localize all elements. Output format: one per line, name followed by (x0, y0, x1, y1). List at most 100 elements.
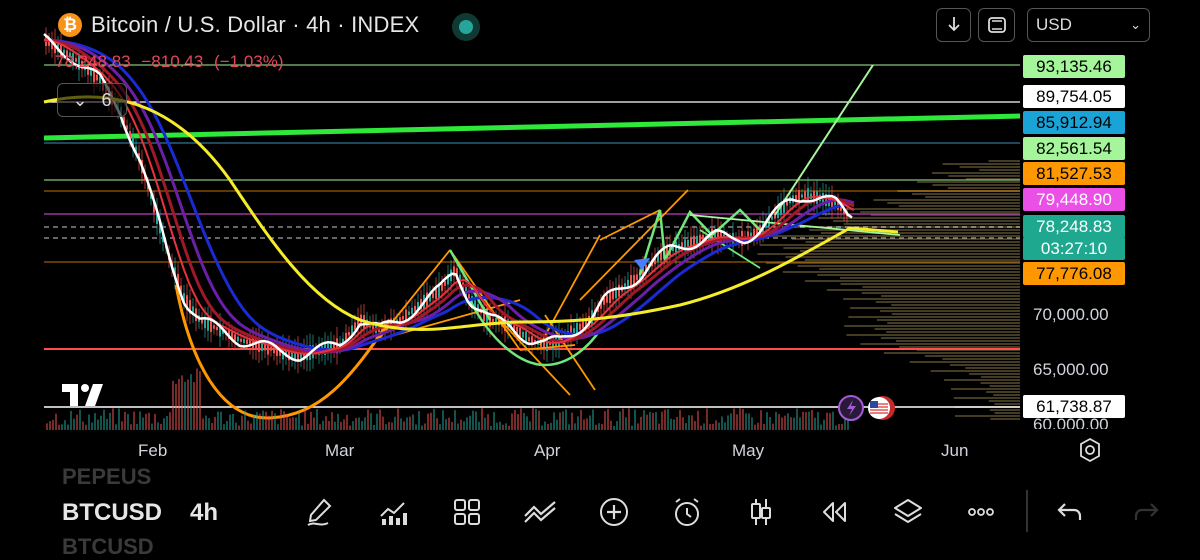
volume-bar (685, 422, 687, 430)
volume-bar (520, 408, 522, 430)
volume-bar (802, 411, 804, 430)
volume-profile-bar (989, 385, 1020, 387)
candle (804, 191, 806, 199)
month-label: Mar (325, 441, 355, 460)
volume-profile-bar (980, 382, 1020, 384)
candle (216, 326, 218, 331)
candle (411, 307, 413, 315)
price-level-label: 78,248.83 (1023, 215, 1125, 238)
volume-bar (169, 412, 171, 430)
volume-bar (826, 412, 828, 430)
volume-profile-bar (898, 205, 1020, 207)
volume-profile-bar (862, 286, 1020, 288)
volume-profile-bar (799, 250, 1020, 252)
alarm-icon[interactable] (669, 494, 705, 530)
volume-bar (97, 419, 99, 430)
symbol-button[interactable]: BTCUSD (62, 499, 162, 527)
interval-button[interactable]: 4h (190, 499, 218, 527)
candles-icon[interactable] (743, 494, 779, 530)
volume-bar (592, 409, 594, 430)
volume-bar (469, 415, 471, 430)
candle (618, 284, 620, 297)
volume-bar (67, 424, 69, 430)
volume-profile-bar (990, 418, 1020, 420)
volume-bar (436, 418, 438, 430)
volume-bar (640, 416, 642, 430)
volume-profile-bar (833, 220, 1020, 222)
settings-icon[interactable] (1076, 436, 1104, 464)
volume-profile-bar (909, 361, 1020, 363)
volume-profile-bar (860, 211, 1020, 213)
volume-bar (667, 409, 669, 430)
volume-bar (79, 409, 81, 430)
redo-icon[interactable] (1128, 494, 1164, 530)
volume-bar (394, 416, 396, 430)
volume-bar (712, 423, 714, 430)
currency-select[interactable]: USD ⌄ (1027, 8, 1150, 42)
candle (801, 194, 803, 198)
volume-bar (46, 423, 48, 430)
volume-bar (463, 421, 465, 430)
layers-icon[interactable] (890, 494, 926, 530)
volume-bar (577, 416, 579, 430)
volume-bar (643, 410, 645, 430)
volume-bar (253, 414, 255, 430)
candle (348, 332, 350, 336)
volume-bar (211, 422, 213, 430)
download-button[interactable] (936, 8, 971, 42)
volume-bar (574, 423, 576, 430)
volume-bar (286, 414, 288, 430)
volume-bar (214, 416, 216, 430)
brush-icon[interactable] (302, 494, 338, 530)
volume-bar (478, 421, 480, 430)
volume-profile-bar (844, 325, 1020, 327)
volume-profile-bar (818, 217, 1020, 219)
volume-profile-bar (880, 337, 1020, 339)
compare-icon[interactable] (522, 494, 558, 530)
more-icon[interactable] (963, 494, 999, 530)
volume-bar (658, 423, 660, 430)
volume-bar (511, 413, 513, 430)
volume-profile-bar (981, 376, 1020, 378)
volume-bar (289, 417, 291, 430)
volume-bar (145, 413, 147, 430)
volume-bar (637, 423, 639, 430)
event-markers[interactable] (837, 395, 907, 425)
volume-bar (529, 421, 531, 430)
market-status-icon[interactable] (452, 13, 480, 41)
add-icon[interactable] (596, 494, 632, 530)
volume-bar (373, 424, 375, 430)
volume-profile-bar (931, 172, 1020, 174)
indicators-toggle[interactable]: ⌄ 6 (57, 83, 127, 117)
volume-profile-bar (873, 199, 1020, 201)
volume-profile-bar (861, 292, 1020, 294)
volume-bar (544, 421, 546, 430)
volume-profile-bar (950, 388, 1020, 390)
volume-bar (778, 414, 780, 430)
volume-bar (109, 412, 111, 430)
grid-icon[interactable] (449, 494, 485, 530)
volume-profile-bar (846, 208, 1020, 210)
volume-profile-bar (942, 358, 1020, 360)
bitcoin-icon: ₿ (58, 13, 82, 37)
volume-bar (205, 415, 207, 430)
volume-bar (427, 413, 429, 430)
volume-bar (412, 414, 414, 430)
symbol-title[interactable]: Bitcoin / U.S. Dollar · 4h · INDEX (91, 12, 419, 38)
replay-icon[interactable] (816, 494, 852, 530)
fullscreen-icon (987, 17, 1006, 33)
volume-bar (337, 413, 339, 430)
month-label: Apr (534, 441, 561, 460)
volume-bar (349, 425, 351, 430)
indicators-icon[interactable] (375, 494, 411, 530)
volume-bar (439, 424, 441, 430)
volume-bar (559, 412, 561, 430)
volume-bar (772, 423, 774, 430)
volume-bar (598, 423, 600, 430)
undo-icon[interactable] (1052, 494, 1088, 530)
volume-bar (124, 411, 126, 430)
fullscreen-button[interactable] (978, 8, 1015, 42)
volume-bar (376, 413, 378, 430)
volume-profile-bar (959, 166, 1020, 168)
volume-bar (304, 408, 306, 430)
